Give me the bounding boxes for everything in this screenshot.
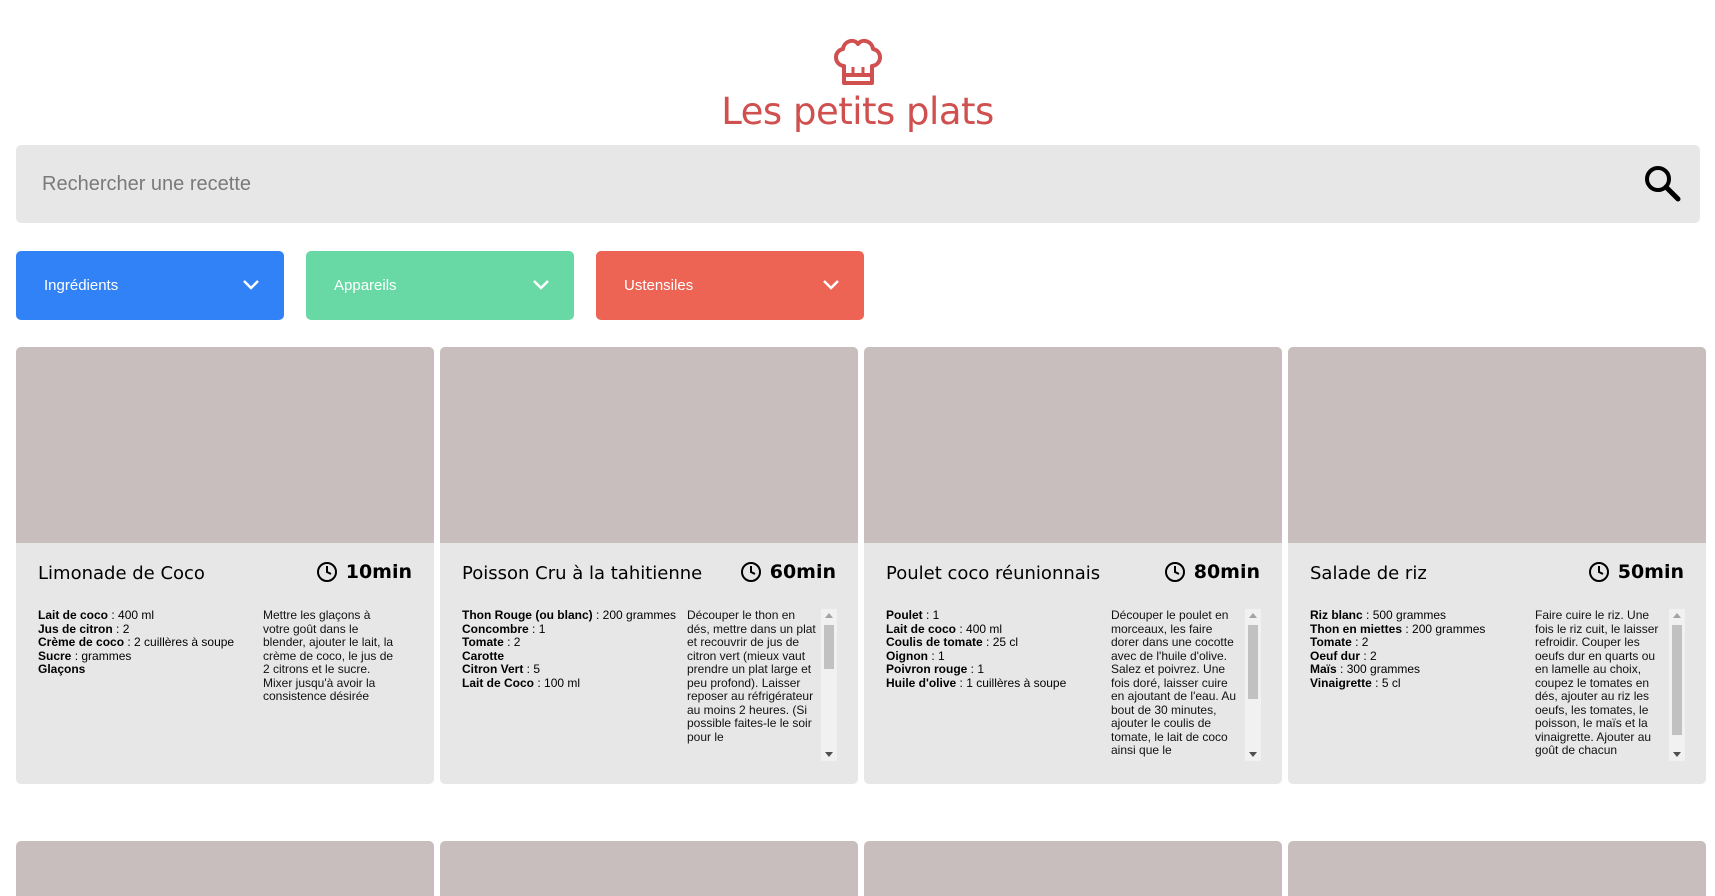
- filter-ingredients-label: Ingrédients: [44, 277, 119, 294]
- ingredient-item: Crème de coco : 2 cuillères à soupe: [38, 635, 235, 649]
- chevron-down-icon: [243, 280, 259, 290]
- ingredient-item: Jus de citron : 2: [38, 621, 130, 636]
- recipe-time: 10min: [316, 561, 412, 583]
- clock-icon: [740, 562, 761, 582]
- ingredient-item: Oeuf dur : 2: [1310, 648, 1377, 663]
- ingredient-item: Vinaigrette : 5 cl: [1310, 675, 1401, 690]
- recipe-title: Salade de riz: [1310, 563, 1427, 584]
- recipe-description: Découper le poulet en morceaux, les fair…: [1111, 609, 1237, 757]
- chevron-down-icon: [533, 280, 549, 290]
- recipe-time: 80min: [1164, 561, 1260, 583]
- ingredient-list: Thon Rouge (ou blanc) : 200 grammes Conc…: [462, 608, 678, 690]
- ingredient-item: Tomate : 2: [462, 635, 521, 649]
- ingredient-item: Poivron rouge : 1: [886, 662, 985, 676]
- recipe-card[interactable]: Salade de riz 50min Riz blanc : 500 gram…: [1288, 347, 1706, 784]
- recipe-description-box: Mettre les glaçons à votre goût dans le …: [263, 609, 413, 761]
- recipe-card[interactable]: Poulet coco réunionnais 80min Poulet : 1…: [864, 347, 1282, 784]
- filter-appareils-label: Appareils: [334, 277, 397, 294]
- ingredient-item: Tomate : 2: [1310, 635, 1369, 649]
- recipe-card-image[interactable]: [864, 841, 1282, 896]
- recipe-card-image[interactable]: [1288, 841, 1706, 896]
- chef-hat-icon: [833, 38, 882, 85]
- search-icon[interactable]: [1642, 163, 1682, 203]
- recipe-time-value: 10min: [345, 561, 412, 583]
- recipe-time-value: 60min: [769, 561, 836, 583]
- recipe-image: [16, 347, 434, 543]
- clock-icon: [1588, 562, 1609, 582]
- ingredient-item: Citron Vert : 5: [462, 662, 541, 676]
- recipe-time: 50min: [1588, 561, 1684, 583]
- ingredient-item: Sucre : grammes: [38, 648, 132, 663]
- recipe-card[interactable]: Limonade de Coco 10min Lait de coco : 40…: [16, 347, 434, 784]
- scroll-down-icon[interactable]: [1249, 752, 1257, 757]
- site-title: Les petits plats: [721, 90, 994, 133]
- ingredient-item: Huile d'olive : 1 cuillères à soupe: [886, 675, 1067, 690]
- ingredient-item: Glaçons: [38, 662, 86, 676]
- recipe-title: Poulet coco réunionnais: [886, 563, 1101, 584]
- recipe-description: Faire cuire le riz. Une fois le riz cuit…: [1535, 609, 1659, 757]
- recipe-card[interactable]: Poisson Cru à la tahitienne 60min Thon R…: [440, 347, 858, 784]
- recipe-description-box: Faire cuire le riz. Une fois le riz cuit…: [1535, 609, 1685, 761]
- recipe-card-image[interactable]: [440, 841, 858, 896]
- recipe-time: 60min: [740, 561, 836, 583]
- search-input[interactable]: [16, 145, 1616, 223]
- scroll-down-icon[interactable]: [1673, 752, 1681, 757]
- ingredient-item: Thon en miettes : 200 grammes: [1310, 621, 1486, 636]
- ingredient-list: Lait de coco : 400 ml Jus de citron : 2 …: [38, 608, 254, 677]
- recipe-image: [864, 347, 1282, 543]
- ingredient-list: Riz blanc : 500 grammes Thon en miettes …: [1310, 608, 1526, 690]
- scrollbar-thumb[interactable]: [1672, 625, 1682, 735]
- recipe-time-value: 50min: [1617, 561, 1684, 583]
- ingredient-list: Poulet : 1 Lait de coco : 400 ml Coulis …: [886, 608, 1102, 690]
- description-scrollbar[interactable]: [1245, 609, 1261, 761]
- recipe-image: [1288, 347, 1706, 543]
- scrollbar-thumb[interactable]: [1248, 625, 1258, 699]
- ingredient-item: Coulis de tomate : 25 cl: [886, 635, 1019, 649]
- recipe-description: Mettre les glaçons à votre goût dans le …: [263, 609, 394, 703]
- filter-appareils-button[interactable]: Appareils: [306, 251, 574, 320]
- filter-ustensiles-button[interactable]: Ustensiles: [596, 251, 864, 320]
- recipe-title: Limonade de Coco: [38, 563, 205, 584]
- scrollbar-thumb[interactable]: [824, 625, 834, 669]
- ingredient-item: Riz blanc : 500 grammes: [1310, 608, 1447, 622]
- filter-ingredients-button[interactable]: Ingrédients: [16, 251, 284, 320]
- ingredient-item: Lait de Coco : 100 ml: [462, 675, 581, 690]
- recipe-description-box: Découper le poulet en morceaux, les fair…: [1111, 609, 1261, 761]
- scroll-down-icon[interactable]: [825, 752, 833, 757]
- ingredient-item: Oignon : 1: [886, 648, 945, 663]
- ingredient-item: Lait de coco : 400 ml: [38, 608, 155, 622]
- ingredient-item: Thon Rouge (ou blanc) : 200 grammes: [462, 608, 677, 622]
- ingredient-item: Poulet : 1: [886, 608, 940, 622]
- ingredient-item: Lait de coco : 400 ml: [886, 621, 1003, 636]
- search-bar: [16, 145, 1700, 223]
- scroll-up-icon[interactable]: [825, 613, 833, 618]
- ingredient-item: Maïs : 300 grammes: [1310, 662, 1421, 676]
- scroll-up-icon[interactable]: [1673, 613, 1681, 618]
- site-header: Les petits plats: [0, 36, 1715, 133]
- recipe-title: Poisson Cru à la tahitienne: [462, 563, 703, 584]
- ingredient-item: Carotte: [462, 648, 505, 663]
- ingredient-item: Concombre : 1: [462, 621, 546, 636]
- filter-ustensiles-label: Ustensiles: [624, 277, 694, 294]
- chevron-down-icon: [823, 280, 839, 290]
- recipe-description: Découper le thon en dés, mettre dans un …: [687, 609, 816, 744]
- recipe-time-value: 80min: [1193, 561, 1260, 583]
- recipe-description-box: Découper le thon en dés, mettre dans un …: [687, 609, 837, 761]
- scroll-up-icon[interactable]: [1249, 613, 1257, 618]
- clock-icon: [316, 562, 337, 582]
- recipe-card-image[interactable]: [16, 841, 434, 896]
- clock-icon: [1164, 562, 1185, 582]
- description-scrollbar[interactable]: [1669, 609, 1685, 761]
- recipe-image: [440, 347, 858, 543]
- description-scrollbar[interactable]: [821, 609, 837, 761]
